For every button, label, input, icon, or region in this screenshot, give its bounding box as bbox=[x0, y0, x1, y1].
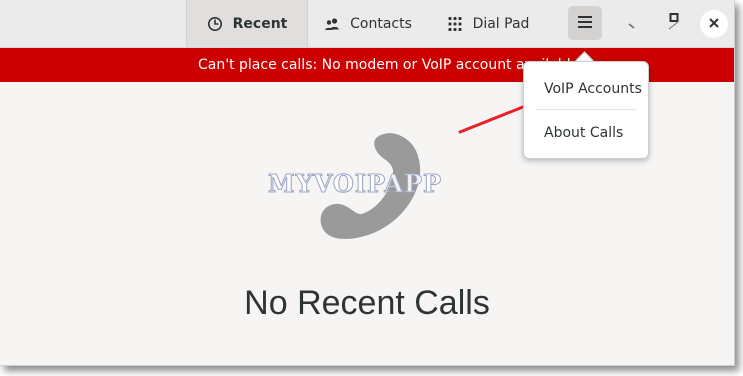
contacts-icon bbox=[324, 16, 340, 32]
menu-separator bbox=[536, 109, 636, 110]
calls-window: Recent Contacts Dial Pad Can't place cal… bbox=[0, 0, 735, 366]
tab-recent[interactable]: Recent bbox=[186, 0, 308, 47]
tab-dial-pad-label: Dial Pad bbox=[472, 15, 530, 32]
tab-contacts-label: Contacts bbox=[350, 15, 412, 32]
main-menu-button[interactable] bbox=[568, 6, 602, 40]
main-menu-popover: VoIP Accounts About Calls bbox=[523, 61, 649, 159]
menu-item-about-calls[interactable]: About Calls bbox=[544, 125, 623, 141]
clock-icon bbox=[207, 16, 223, 32]
hamburger-menu-icon bbox=[577, 14, 593, 33]
empty-state-title: No Recent Calls bbox=[244, 284, 490, 322]
dialpad-icon bbox=[447, 16, 463, 32]
close-button[interactable] bbox=[700, 10, 728, 38]
tab-dial-pad[interactable]: Dial Pad bbox=[432, 0, 544, 47]
watermark-text: MYVOIPAPP bbox=[267, 169, 443, 199]
close-icon bbox=[707, 15, 721, 34]
minimize-icon bbox=[627, 15, 641, 34]
tab-contacts[interactable]: Contacts bbox=[308, 0, 428, 47]
maximize-button[interactable] bbox=[660, 10, 688, 38]
minimize-button[interactable] bbox=[620, 10, 648, 38]
maximize-icon bbox=[666, 13, 682, 35]
tab-recent-label: Recent bbox=[232, 15, 288, 32]
header-bar: Recent Contacts Dial Pad bbox=[0, 0, 734, 48]
menu-item-voip-accounts[interactable]: VoIP Accounts bbox=[544, 81, 642, 97]
